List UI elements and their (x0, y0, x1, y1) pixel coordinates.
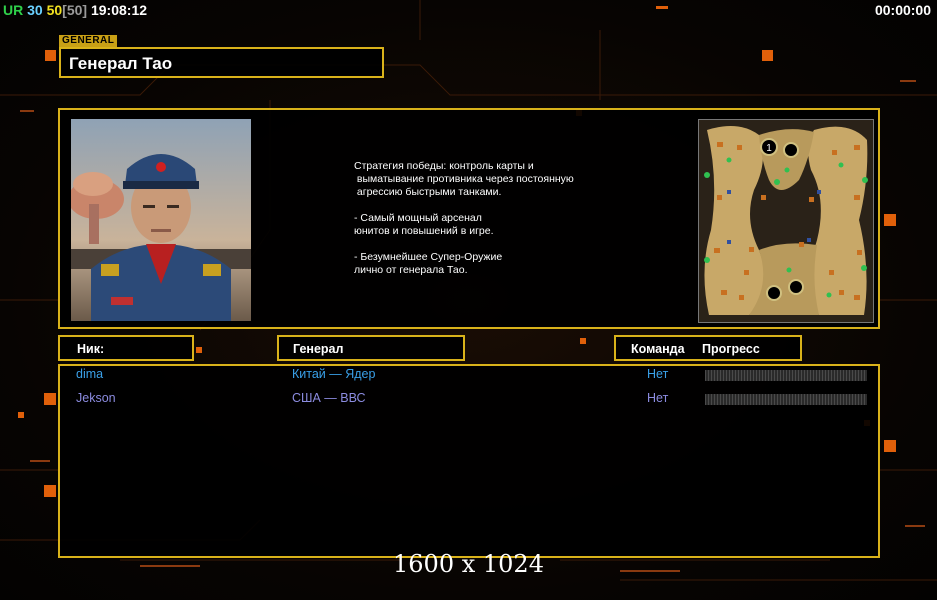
general-title-box: Генерал Тао (59, 47, 384, 78)
player-row[interactable]: dima Китай — Ядер Нет (60, 366, 878, 388)
column-header-general-label: Генерал (293, 342, 344, 356)
player-nick: Jekson (76, 391, 116, 405)
hud-value-1: 30 (27, 2, 43, 18)
player-progress-bar (705, 370, 867, 381)
column-header-team-label: Команда (631, 342, 685, 356)
general-portrait (71, 119, 251, 321)
player-team[interactable]: Нет (647, 391, 668, 405)
column-header-progress-label: Прогресс (702, 342, 760, 356)
hud-value-3: [50] (62, 2, 88, 18)
hud-value-2: 50 (46, 2, 63, 18)
hud-timer: 00:00:00 (874, 2, 931, 18)
column-header-general[interactable]: Генерал (277, 335, 465, 361)
player-general[interactable]: США — ВВС (292, 391, 366, 405)
player-nick: dima (76, 367, 104, 381)
hud-left-info: UR 30 50[50] 19:08:12 (3, 2, 147, 18)
resolution-watermark: 1600 x 1024 (393, 550, 544, 578)
general-tab-label: GENERAL (59, 35, 118, 47)
minimap-start-marker: 1 (766, 143, 772, 154)
general-name: Генерал Тао (69, 54, 173, 73)
hud-clock: 19:08:12 (90, 2, 148, 18)
general-info-panel: Стратегия победы: контроль карты и вымат… (58, 108, 880, 329)
column-header-team-progress[interactable]: Команда Прогресс (614, 335, 802, 361)
hud-ur-tag: UR (3, 2, 24, 18)
map-preview[interactable]: 1 (698, 119, 874, 323)
player-list: dima Китай — Ядер Нет Jekson США — ВВС Н… (58, 364, 880, 558)
column-header-nick[interactable]: Ник: (58, 335, 194, 361)
player-row[interactable]: Jekson США — ВВС Нет (60, 390, 878, 412)
player-progress-bar (705, 394, 867, 405)
player-general[interactable]: Китай — Ядер (292, 367, 375, 381)
player-team[interactable]: Нет (647, 367, 668, 381)
column-header-nick-label: Ник: (77, 342, 105, 356)
hud-bar: UR 30 50[50] 19:08:12 00:00:00 (0, 0, 937, 20)
general-description: Стратегия победы: контроль карты и вымат… (354, 160, 574, 276)
